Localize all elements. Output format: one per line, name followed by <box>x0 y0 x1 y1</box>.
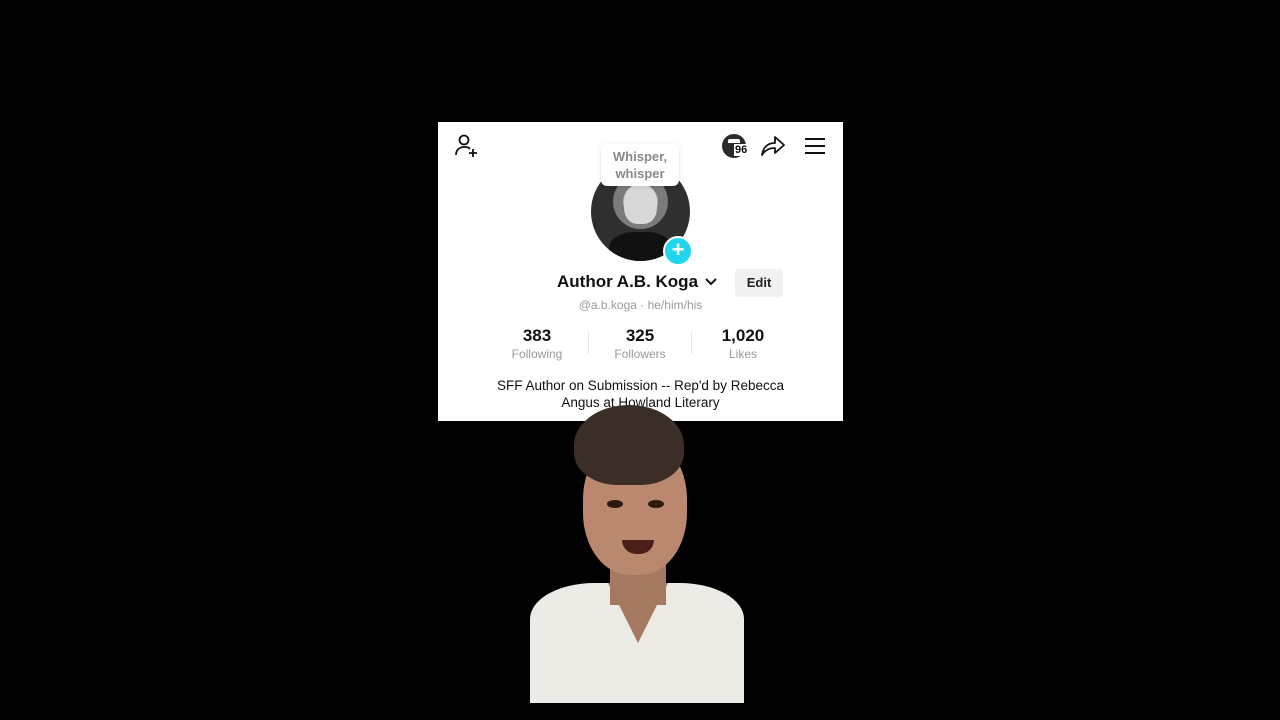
notification-badge[interactable]: 96 <box>716 132 752 160</box>
stat-likes[interactable]: 1,020 Likes <box>698 326 788 362</box>
stats-row: 383 Following 325 Followers 1,020 Likes <box>503 326 783 366</box>
profile-screenshot: 96 Whisper, whisper + Author A.B. Koga E… <box>438 122 843 421</box>
chevron-down-icon[interactable] <box>704 275 718 289</box>
stat-label: Likes <box>728 347 757 361</box>
divider <box>691 332 692 354</box>
divider <box>588 332 589 354</box>
profile-handle: @a.b.koga · he/him/his <box>578 298 703 312</box>
menu-icon[interactable] <box>800 132 830 160</box>
tooltip-bubble: Whisper, whisper <box>601 144 679 186</box>
speaker-video <box>530 405 744 703</box>
stat-value: 1,020 <box>721 326 765 345</box>
stat-followers[interactable]: 325 Followers <box>595 326 685 362</box>
name-row: Author A.B. Koga Edit <box>438 269 843 297</box>
edit-button[interactable]: Edit <box>735 269 783 297</box>
stat-value: 383 <box>522 326 552 345</box>
stat-label: Following <box>511 347 563 361</box>
add-user-icon[interactable] <box>452 132 482 160</box>
add-avatar-button[interactable]: + <box>663 236 693 266</box>
stat-following[interactable]: 383 Following <box>492 326 582 362</box>
video-frame: 96 Whisper, whisper + Author A.B. Koga E… <box>438 0 843 720</box>
stat-label: Followers <box>614 347 666 361</box>
stat-value: 325 <box>625 326 655 345</box>
share-icon[interactable] <box>758 132 788 160</box>
badge-count: 96 <box>734 144 749 156</box>
profile-name[interactable]: Author A.B. Koga <box>557 272 698 292</box>
